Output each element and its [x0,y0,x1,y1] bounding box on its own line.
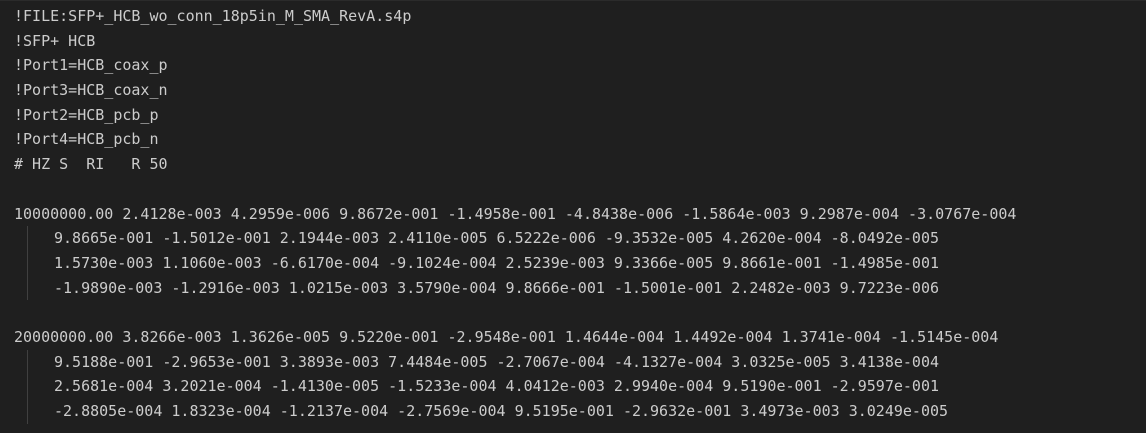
indent-guide [27,349,28,375]
data-line-text: -2.8805e-004 1.8323e-004 -1.2137e-004 -2… [54,402,949,420]
indent-guide [27,275,28,301]
editor-top-border [0,0,1146,1]
data-line-continuation[interactable]: 2.5681e-004 3.2021e-004 -1.4130e-005 -1.… [14,374,1146,399]
indent-guide [27,250,28,276]
data-line-first[interactable]: 10000000.00 2.4128e-003 4.2959e-006 9.86… [14,202,1146,227]
data-line-text: 2.5681e-004 3.2021e-004 -1.4130e-005 -1.… [54,377,940,396]
data-line-text: 1.5730e-003 1.1060e-003 -6.6170e-004 -9.… [54,253,940,272]
indent-guide [27,399,28,424]
data-line-continuation[interactable]: 1.5730e-003 1.1060e-003 -6.6170e-004 -9.… [14,250,1146,276]
blank-line[interactable] [14,177,1146,202]
comment-line-port4[interactable]: !Port4=HCB_pcb_n [14,127,1146,152]
comment-line-file[interactable]: !FILE:SFP+_HCB_wo_conn_18p5in_M_SMA_RevA… [14,4,1146,29]
indent-guide [27,226,28,251]
data-line-first[interactable]: 20000000.00 3.8266e-003 1.3626e-005 9.52… [14,325,1146,350]
data-line-text: 9.5188e-001 -2.9653e-001 3.3893e-003 7.4… [54,352,940,371]
data-line-continuation[interactable]: -2.8805e-004 1.8323e-004 -1.2137e-004 -2… [14,399,1146,424]
comment-line-port2[interactable]: !Port2=HCB_pcb_p [14,103,1146,128]
indent-guide [27,374,28,399]
comment-line-port1[interactable]: !Port1=HCB_coax_p [14,53,1146,78]
data-line-text: -1.9890e-003 -1.2916e-003 1.0215e-003 3.… [54,278,940,297]
option-line[interactable]: # HZ S RI R 50 [14,152,1146,177]
comment-line-title[interactable]: !SFP+ HCB [14,29,1146,54]
comment-line-port3[interactable]: !Port3=HCB_coax_n [14,78,1146,103]
text-editor[interactable]: !FILE:SFP+_HCB_wo_conn_18p5in_M_SMA_RevA… [0,0,1146,433]
data-line-continuation[interactable]: 9.5188e-001 -2.9653e-001 3.3893e-003 7.4… [14,349,1146,375]
data-line-text: 9.8665e-001 -1.5012e-001 2.1944e-003 2.4… [54,229,940,248]
blank-line[interactable] [14,300,1146,325]
data-line-continuation[interactable]: -1.9890e-003 -1.2916e-003 1.0215e-003 3.… [14,275,1146,301]
data-line-continuation[interactable]: 9.8665e-001 -1.5012e-001 2.1944e-003 2.4… [14,226,1146,251]
